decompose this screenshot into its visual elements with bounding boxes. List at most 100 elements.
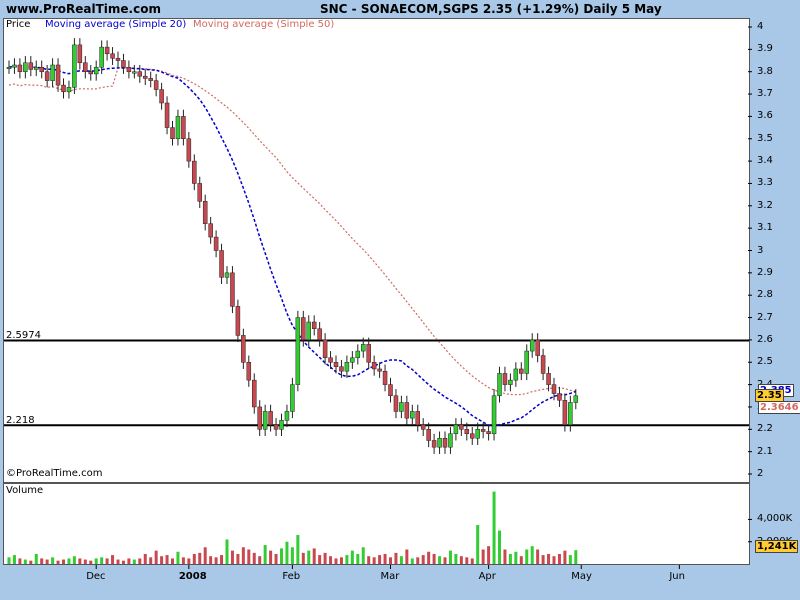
volume-bar: [350, 550, 354, 564]
volume-bar: [241, 547, 245, 564]
candle-body: [186, 138, 192, 162]
volume-bar: [367, 556, 371, 564]
volume-bar: [399, 556, 403, 564]
y-tick-label: 2.5: [757, 356, 773, 368]
volume-bar: [312, 548, 316, 564]
volume-bar: [432, 553, 436, 564]
legend-ma50: Moving average (Simple 50): [193, 19, 335, 30]
candle-body: [437, 437, 442, 448]
volume-bar: [94, 558, 98, 564]
ma20-line: [8, 65, 577, 427]
candle-body: [317, 328, 322, 341]
candle-body: [393, 395, 399, 412]
candle-body: [486, 431, 491, 435]
candle-body: [137, 71, 143, 77]
candle-body: [262, 411, 268, 430]
legend-price: Price: [6, 19, 31, 30]
x-tick-label: 2008: [178, 571, 207, 582]
volume-bar: [72, 556, 76, 564]
volume-bar: [252, 552, 256, 564]
volume-bar: [514, 551, 518, 564]
volume-bar: [143, 553, 147, 564]
candle-body: [192, 160, 197, 184]
candle-body: [268, 411, 273, 426]
x-tick-label: Apr: [478, 571, 496, 582]
volume-bar: [492, 491, 496, 564]
candle-body: [153, 80, 159, 90]
volume-bar: [132, 559, 136, 564]
volume-bar: [427, 551, 431, 564]
y-tick-label: 3.2: [757, 199, 773, 211]
candle-body: [224, 272, 230, 278]
volume-bar: [339, 557, 343, 564]
y-tick-label: 3.3: [757, 177, 773, 189]
y-tick-label: 3.1: [757, 222, 773, 234]
candle-body: [121, 60, 126, 68]
volume-bar: [269, 550, 273, 564]
y-tick-label: 3.8: [757, 65, 773, 77]
candle-body: [371, 362, 377, 370]
candle-body: [197, 183, 202, 202]
volume-bar: [56, 560, 60, 564]
candle-body: [535, 339, 540, 356]
volume-bar: [530, 546, 534, 564]
volume-bar: [372, 557, 376, 564]
candle-body: [28, 62, 34, 70]
candle-body: [404, 402, 410, 419]
y-tick-label: 3.4: [757, 155, 773, 167]
candle-body: [328, 357, 333, 363]
candle-body: [34, 66, 39, 70]
volume-bar: [290, 547, 294, 564]
y-tick-label: 3.5: [757, 132, 773, 144]
volume-bar: [394, 552, 398, 564]
volume-bar: [563, 550, 567, 564]
volume-bar: [438, 556, 442, 564]
volume-bar: [171, 558, 174, 564]
volume-bar: [525, 549, 529, 564]
legend-ma20: Moving average (Simple 20): [45, 19, 187, 30]
candle-body: [132, 71, 137, 74]
volume-bar: [214, 557, 218, 564]
volume-bar: [192, 553, 196, 564]
volume-bar: [18, 558, 22, 564]
y-tick-label: 2: [757, 468, 764, 479]
volume-bar: [258, 556, 262, 564]
volume-bar: [329, 556, 333, 564]
volume-label: Volume: [6, 485, 44, 496]
candle-body: [361, 344, 366, 352]
volume-bar: [111, 555, 115, 564]
candle-body: [529, 339, 535, 352]
volume-bar: [459, 556, 463, 564]
candle-body: [257, 406, 262, 430]
candle-body: [442, 437, 448, 448]
volume-bar: [574, 550, 578, 564]
price-value-badge: 2.35: [755, 389, 784, 402]
candle-body: [39, 66, 44, 72]
volume-bar: [443, 557, 447, 564]
volume-bar: [116, 559, 120, 564]
volume-bar: [100, 557, 104, 564]
y-tick-label: 2.6: [757, 333, 773, 345]
candle-body: [252, 379, 257, 408]
volume-bar: [83, 559, 87, 564]
candle-body: [388, 384, 393, 397]
volume-bar: [481, 549, 485, 564]
volume-bar: [198, 552, 202, 564]
candle-body: [426, 429, 431, 441]
volume-bar: [280, 548, 283, 564]
candle-body: [366, 344, 371, 363]
candle-body: [382, 370, 388, 385]
candle-body: [540, 355, 546, 374]
volume-bar: [78, 558, 82, 564]
candle-body: [159, 89, 164, 104]
volume-bar: [557, 553, 561, 564]
volume-bar: [274, 553, 278, 564]
candle-body: [448, 433, 453, 448]
candle-body: [88, 71, 93, 75]
candle-body: [568, 402, 573, 426]
candle-body: [551, 384, 557, 394]
volume-bar: [405, 549, 409, 564]
candle-body: [66, 87, 72, 93]
volume-bar: [454, 553, 458, 564]
candle-body: [399, 402, 404, 412]
